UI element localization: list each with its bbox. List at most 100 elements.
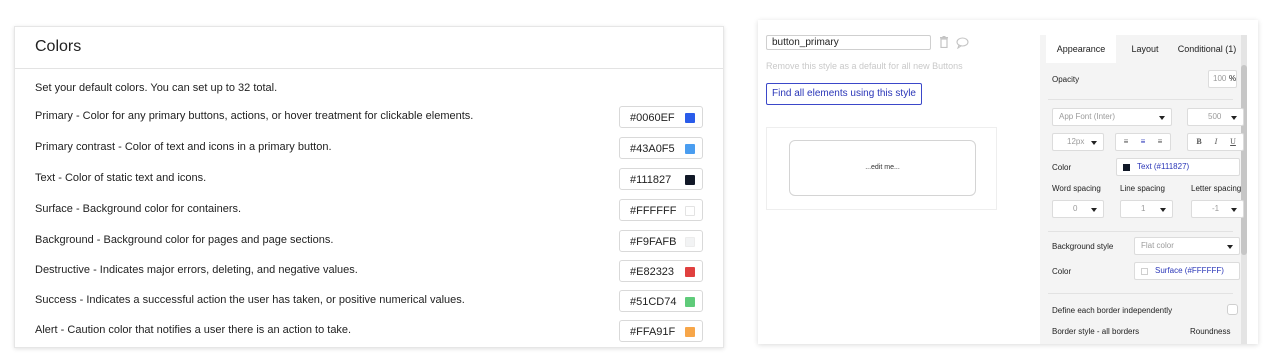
color-row-label: Success - Indicates a successful action …	[35, 294, 465, 306]
hex-input-alert[interactable]: #FFA91F	[619, 320, 703, 342]
align-center-icon[interactable]: ≡	[1136, 134, 1150, 150]
background-color-value: Surface (#FFFFFF)	[1155, 266, 1224, 275]
color-swatch[interactable]	[685, 144, 695, 154]
hex-value: #E82323	[630, 266, 675, 278]
opacity-value: 100	[1213, 74, 1227, 83]
text-color-chip	[1123, 164, 1130, 171]
chevron-down-icon	[1091, 208, 1097, 212]
scrollbar-thumb[interactable]	[1241, 65, 1247, 255]
hex-input-primary[interactable]: #0060EF	[619, 106, 703, 128]
property-tabs: Appearance Layout Conditional (1)	[1040, 35, 1247, 63]
align-left-icon[interactable]: ≡	[1119, 134, 1133, 150]
text-color-picker[interactable]: Text (#111827)	[1116, 158, 1240, 176]
line-spacing-value: 1	[1141, 204, 1146, 213]
background-style-dropdown[interactable]: Flat color	[1134, 237, 1240, 255]
color-row-label: Primary - Color for any primary buttons,…	[35, 110, 474, 122]
line-spacing-dropdown[interactable]: 1	[1120, 200, 1173, 218]
chevron-down-icon	[1227, 245, 1233, 249]
color-row-label: Destructive - Indicates major errors, de…	[35, 264, 358, 276]
hex-value: #FFFFFF	[630, 205, 677, 217]
text-color-label: Color	[1052, 163, 1072, 172]
border-style-label: Border style - all borders	[1052, 327, 1140, 336]
hex-value: #43A0F5	[630, 143, 675, 155]
opacity-input[interactable]: 100 %	[1208, 70, 1237, 88]
hex-input-background[interactable]: #F9FAFB	[619, 230, 703, 252]
color-swatch[interactable]	[685, 113, 695, 123]
section-divider	[1048, 293, 1233, 294]
section-divider	[1048, 99, 1233, 100]
chevron-down-icon	[1091, 141, 1097, 145]
chevron-down-icon	[1160, 208, 1166, 212]
word-spacing-label: Word spacing	[1052, 184, 1101, 193]
opacity-unit: %	[1229, 74, 1237, 83]
font-family-value: App Font (Inter)	[1059, 112, 1116, 121]
colors-description: Set your default colors. You can set up …	[35, 82, 278, 94]
underline-button[interactable]: U	[1226, 134, 1240, 150]
background-style-label: Background style	[1052, 242, 1114, 251]
style-editor-panel: button_primary Remove this style as a de…	[758, 20, 1258, 344]
color-swatch[interactable]	[685, 237, 695, 247]
comment-icon[interactable]	[956, 36, 969, 50]
remove-default-link[interactable]: Remove this style as a default for all n…	[766, 61, 963, 71]
font-weight-dropdown[interactable]: 500	[1187, 108, 1244, 126]
colors-divider	[15, 68, 723, 69]
preview-button[interactable]: ...edit me...	[789, 140, 976, 196]
color-row-alert: Alert - Caution color that notifies a us…	[35, 320, 703, 342]
color-row-destructive: Destructive - Indicates major errors, de…	[35, 260, 703, 282]
hex-input-surface[interactable]: #FFFFFF	[619, 199, 703, 221]
color-row-success: Success - Indicates a successful action …	[35, 290, 703, 312]
hex-input-destructive[interactable]: #E82323	[619, 260, 703, 282]
hex-value: #F9FAFB	[630, 236, 677, 248]
background-color-label: Color	[1052, 267, 1072, 276]
hex-input-text[interactable]: #111827	[619, 168, 703, 190]
hex-input-primary-contrast[interactable]: #43A0F5	[619, 137, 703, 159]
hex-value: #FFA91F	[630, 326, 676, 338]
color-swatch[interactable]	[685, 267, 695, 277]
color-row-surface: Surface - Background color for container…	[35, 199, 703, 221]
background-color-chip	[1141, 268, 1148, 275]
style-name-input[interactable]: button_primary	[766, 35, 931, 50]
roundness-label: Roundness	[1190, 327, 1231, 336]
hex-value: #0060EF	[630, 112, 675, 124]
letter-spacing-dropdown[interactable]: -1	[1191, 200, 1244, 218]
color-row-label: Alert - Caution color that notifies a us…	[35, 324, 352, 336]
color-swatch[interactable]	[685, 297, 695, 307]
word-spacing-dropdown[interactable]: 0	[1052, 200, 1104, 218]
align-right-icon[interactable]: ≡	[1153, 134, 1167, 150]
chevron-down-icon	[1231, 208, 1237, 212]
color-swatch[interactable]	[685, 175, 695, 185]
text-color-value: Text (#111827)	[1137, 162, 1190, 171]
color-row-primary-contrast: Primary contrast - Color of text and ico…	[35, 137, 703, 159]
line-spacing-label: Line spacing	[1120, 184, 1165, 193]
tab-conditional[interactable]: Conditional (1)	[1172, 35, 1242, 63]
color-swatch[interactable]	[685, 206, 695, 216]
hex-input-success[interactable]: #51CD74	[619, 290, 703, 312]
color-row-label: Primary contrast - Color of text and ico…	[35, 141, 332, 153]
color-swatch[interactable]	[685, 327, 695, 337]
italic-button[interactable]: I	[1209, 134, 1223, 150]
section-divider	[1048, 231, 1233, 232]
letter-spacing-value: -1	[1212, 204, 1220, 213]
property-panel: Appearance Layout Conditional (1) Opacit…	[1040, 35, 1247, 344]
colors-title: Colors	[35, 38, 82, 55]
font-size-dropdown[interactable]: 12px	[1052, 133, 1104, 151]
background-color-picker[interactable]: Surface (#FFFFFF)	[1134, 262, 1240, 280]
font-family-dropdown[interactable]: App Font (Inter)	[1052, 108, 1172, 126]
colors-settings-panel: Colors Set your default colors. You can …	[14, 26, 724, 348]
trash-icon[interactable]	[939, 35, 949, 49]
tab-appearance[interactable]: Appearance	[1046, 35, 1116, 63]
word-spacing-value: 0	[1073, 204, 1078, 213]
chevron-down-icon	[1231, 116, 1237, 120]
border-independent-checkbox[interactable]	[1227, 304, 1238, 315]
bold-button[interactable]: B	[1192, 134, 1206, 150]
color-row-label: Background - Background color for pages …	[35, 234, 334, 246]
opacity-label: Opacity	[1052, 75, 1080, 84]
font-size-value: 12px	[1067, 137, 1085, 146]
style-preview-area: ...edit me...	[766, 127, 997, 210]
color-row-label: Text - Color of static text and icons.	[35, 172, 207, 184]
color-row-primary: Primary - Color for any primary buttons,…	[35, 106, 703, 128]
tab-layout[interactable]: Layout	[1122, 35, 1168, 63]
find-all-elements-button[interactable]: Find all elements using this style	[766, 83, 922, 105]
font-weight-value: 500	[1208, 112, 1222, 121]
color-row-text: Text - Color of static text and icons. #…	[35, 168, 703, 190]
